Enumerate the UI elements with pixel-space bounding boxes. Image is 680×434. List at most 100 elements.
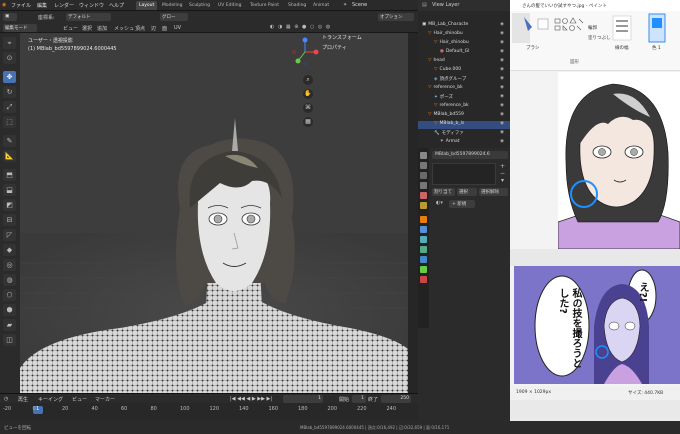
- editor-type-dropdown[interactable]: ▣: [3, 12, 17, 21]
- outliner-row[interactable]: ◈ 頂点グループ ◉: [418, 76, 504, 84]
- visibility-eye-icon[interactable]: ◉: [500, 112, 504, 117]
- constraints-tab-icon[interactable]: [420, 256, 427, 263]
- outliner-row[interactable]: ● Default_Gl ◉: [418, 49, 504, 57]
- view-layer-tab-icon[interactable]: [420, 182, 427, 189]
- visibility-eye-icon[interactable]: ◉: [500, 121, 504, 126]
- select-button[interactable]: 選択: [457, 188, 477, 196]
- object-tab-icon[interactable]: [420, 216, 427, 223]
- render-tab-icon[interactable]: [420, 162, 427, 169]
- properties-panel-label[interactable]: プロパティ: [322, 44, 408, 51]
- inset-icon[interactable]: ⬓: [3, 184, 16, 196]
- outliner-row[interactable]: ✶ Armat ◉: [418, 139, 504, 147]
- edge-slide-icon[interactable]: ⬡: [3, 289, 16, 301]
- shrink-icon[interactable]: ⬢: [3, 304, 16, 316]
- current-frame-field[interactable]: 1: [283, 395, 323, 403]
- menu-vertex[interactable]: 頂点: [135, 25, 145, 32]
- visibility-eye-icon[interactable]: ◉: [500, 58, 504, 63]
- menu-render[interactable]: レンダー: [54, 2, 74, 9]
- tab-texture-paint[interactable]: Texture Paint: [247, 1, 282, 10]
- visibility-eye-icon[interactable]: ◉: [500, 85, 504, 90]
- outliner-row[interactable]: ▣ MB_Lab_Characte ◉: [418, 22, 504, 30]
- edit-mode-dropdown[interactable]: 編集モード: [3, 23, 37, 32]
- particles-tab-icon[interactable]: [420, 236, 427, 243]
- deselect-button[interactable]: 選択解除: [479, 188, 508, 196]
- spin-icon[interactable]: ◎: [3, 259, 16, 271]
- outliner-row[interactable]: ▽ reference_bk ◉: [418, 103, 504, 111]
- cursor-icon[interactable]: ⌖: [3, 37, 16, 49]
- tab-uv-editing[interactable]: UV Editing: [215, 1, 244, 10]
- timeline-menu-marker[interactable]: マーカー: [95, 396, 115, 403]
- menu-uv[interactable]: UV: [174, 25, 181, 31]
- fill-label[interactable]: 塗りつぶし: [588, 35, 611, 41]
- scale-icon[interactable]: ⤢: [3, 101, 16, 113]
- menu-mesh[interactable]: メッシュ: [114, 25, 134, 32]
- paint-canvas-drawing[interactable]: [558, 72, 680, 249]
- pan-hand-icon[interactable]: ✋: [303, 89, 313, 99]
- options-dropdown[interactable]: オプション: [378, 12, 414, 21]
- tab-shading[interactable]: Shading: [285, 1, 309, 10]
- menu-edge[interactable]: 辺: [151, 25, 156, 32]
- outliner-row[interactable]: ✦ ポーズ ◉: [418, 94, 504, 102]
- visibility-eye-icon[interactable]: ◉: [500, 49, 504, 54]
- scene-tab-icon[interactable]: [420, 192, 427, 199]
- outliner-row[interactable]: 🔧 モディファ ◉: [418, 130, 504, 138]
- timeline-menu-playback[interactable]: 再生: [18, 396, 28, 403]
- menu-help[interactable]: ヘルプ: [109, 2, 124, 9]
- orientation-dropdown[interactable]: グロー: [160, 12, 188, 21]
- size-label[interactable]: 線の幅: [615, 45, 629, 51]
- clock-icon[interactable]: ◷: [4, 396, 8, 402]
- world-tab-icon[interactable]: [420, 202, 427, 209]
- timeline-menu-keying[interactable]: キーイング: [38, 396, 63, 403]
- tool-tab-icon[interactable]: [420, 152, 427, 159]
- tab-layout[interactable]: Layout: [136, 1, 158, 10]
- shape-key-list[interactable]: [432, 163, 496, 185]
- viewport-shading-icons[interactable]: ◐ ◑ ▦ ⊕ ● ○ ◎ ◍: [270, 24, 410, 31]
- menu-edit[interactable]: 編集: [37, 2, 47, 9]
- visibility-eye-icon[interactable]: ◉: [500, 22, 504, 27]
- camera-view-icon[interactable]: ⌘: [303, 103, 313, 113]
- blender-logo-icon[interactable]: ◉: [2, 2, 6, 8]
- physics-tab-icon[interactable]: [420, 246, 427, 253]
- end-frame-field[interactable]: 250: [381, 395, 411, 403]
- smooth-icon[interactable]: ◍: [3, 274, 16, 286]
- outline-label[interactable]: 輪郭: [588, 25, 597, 31]
- annotate-icon[interactable]: ✎: [3, 135, 16, 147]
- start-frame-field[interactable]: 1: [352, 395, 366, 403]
- visibility-eye-icon[interactable]: ◉: [500, 76, 504, 81]
- perspective-toggle-icon[interactable]: ▦: [303, 117, 313, 127]
- modifier-tab-icon[interactable]: [420, 226, 427, 233]
- select-box-icon[interactable]: ⊙: [3, 52, 16, 64]
- visibility-eye-icon[interactable]: ◉: [500, 94, 504, 99]
- outliner-row[interactable]: ▽ Cube.000 ◉: [418, 67, 504, 75]
- visibility-eye-icon[interactable]: ◉: [500, 40, 504, 45]
- menu-select[interactable]: 選択: [82, 25, 92, 32]
- transform-icon[interactable]: ⬚: [3, 116, 16, 128]
- navigation-gizmo[interactable]: [290, 36, 320, 68]
- rip-icon[interactable]: ◫: [3, 334, 16, 346]
- shear-icon[interactable]: ▰: [3, 319, 16, 331]
- visibility-eye-icon[interactable]: ◉: [500, 103, 504, 108]
- timeline-menu-view[interactable]: ビュー: [72, 396, 87, 403]
- menu-face[interactable]: 面: [162, 25, 167, 32]
- menu-file[interactable]: ファイル: [11, 2, 31, 9]
- output-tab-icon[interactable]: [420, 172, 427, 179]
- brush-label[interactable]: ブラシ: [526, 45, 539, 51]
- viewport-sidebar-tabs[interactable]: [408, 33, 418, 393]
- poly-build-icon[interactable]: ◆: [3, 244, 16, 256]
- transform-panel-label[interactable]: トランスフォーム: [322, 34, 408, 41]
- outliner-row[interactable]: ▽ MBlab_b_ls ◉: [418, 121, 510, 129]
- loop-cut-icon[interactable]: ⊟: [3, 214, 16, 226]
- rotate-icon[interactable]: ↻: [3, 86, 16, 98]
- visibility-eye-icon[interactable]: ◉: [500, 31, 504, 36]
- coord-dropdown[interactable]: デフォルト: [66, 12, 111, 21]
- tab-modeling[interactable]: Modeling: [159, 1, 185, 10]
- tab-sculpting[interactable]: Sculpting: [186, 1, 213, 10]
- move-icon[interactable]: ✥: [3, 71, 16, 83]
- measure-icon[interactable]: 📐: [3, 150, 16, 162]
- zoom-icon[interactable]: ⌕: [303, 75, 313, 85]
- scene-name[interactable]: Scene: [352, 2, 367, 8]
- playback-controls[interactable]: |◀ ◀◀ ◀ ▶ ▶▶ ▶|: [230, 396, 272, 402]
- new-button[interactable]: + 新規: [449, 200, 475, 208]
- visibility-eye-icon[interactable]: ◉: [500, 130, 504, 135]
- view-layer-name[interactable]: View Layer: [432, 2, 459, 8]
